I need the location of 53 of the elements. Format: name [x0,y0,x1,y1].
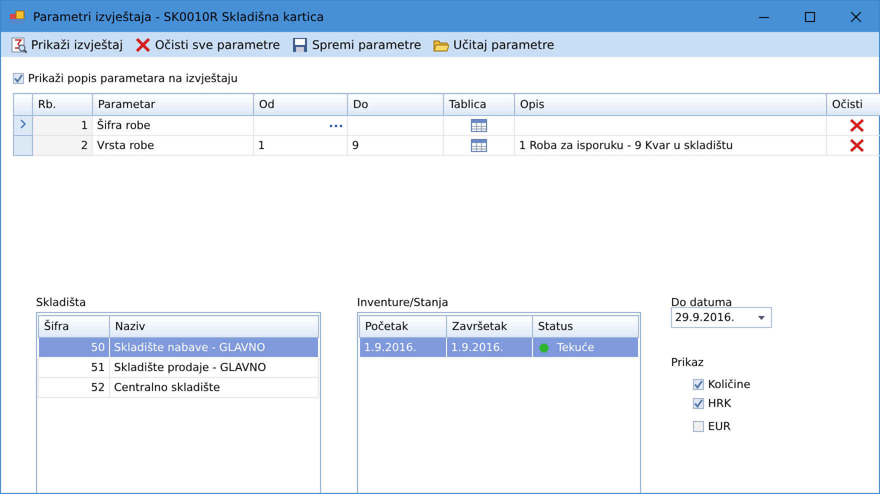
section-label: Skladišta [36,296,87,311]
report-icon [11,36,27,52]
ellipsis-icon [329,124,343,128]
checkbox[interactable] [693,398,704,409]
table-cell: 1 Roba za isporuku - 9 Kvar u skladištu [514,136,826,156]
dropdown-arrow-icon [758,316,765,320]
table-cell: 9 [348,136,444,156]
row-indicator[interactable] [14,116,32,136]
column-header[interactable]: Tablica [444,94,514,116]
header-cell [14,94,32,116]
chevron-icon [20,119,26,129]
cross-icon[interactable] [850,139,864,152]
check-icon [694,380,703,389]
toolbar-button[interactable]: Prikaži izvještaj [9,34,125,54]
column-header[interactable]: Opis [514,94,826,116]
cross-icon [134,36,151,52]
maximize-icon [805,12,815,22]
toolbar-button[interactable]: Učitaj parametre [431,34,556,54]
date-dropdown[interactable]: 29.9.2016. [671,307,772,328]
table-cell: 1 [254,136,348,156]
checkbox[interactable] [13,73,24,84]
checkbox-label: EUR [708,420,731,433]
table-icon[interactable] [471,139,487,152]
section-label: Prikaz [671,356,705,371]
table-cell: Vrsta robe [92,136,254,156]
checkbox[interactable] [693,379,704,390]
column-header[interactable]: Šifra [38,316,110,338]
close-icon [851,12,861,22]
column-header[interactable]: Očisti [826,94,880,116]
column-header[interactable]: Naziv [110,316,318,338]
checkbox-label: Prikaži popis parametara na izvještaju [28,72,238,85]
column-header[interactable]: Do [348,94,444,116]
section-label: Inventure/Stanja [357,296,450,311]
table-cell: 1 [32,116,92,136]
toolbar-button[interactable]: Očisti sve parametre [132,34,282,54]
check-icon [14,74,23,83]
column-header[interactable]: Početak [360,316,446,338]
column-header[interactable]: Završetak [446,316,532,338]
column-header[interactable]: Od [254,94,348,116]
check-icon [694,399,703,408]
table-cell: Šifra robe [92,116,254,136]
checkbox-label: Količine [708,378,750,391]
table-icon[interactable] [471,119,487,132]
table-cell: 2 [32,136,92,156]
window-title: Parametri izvještaja - SK0010R Skladišna kartica [33,10,326,24]
checkbox[interactable] [693,421,704,432]
column-header[interactable]: Status [532,316,638,338]
cross-icon[interactable] [850,119,864,132]
toolbar-button[interactable]: Spremi parametre [290,34,424,54]
column-header[interactable]: Parametar [92,94,254,116]
column-header[interactable]: Rb. [32,94,92,116]
checkbox-label: HRK [708,397,732,410]
app-icon [9,8,25,24]
